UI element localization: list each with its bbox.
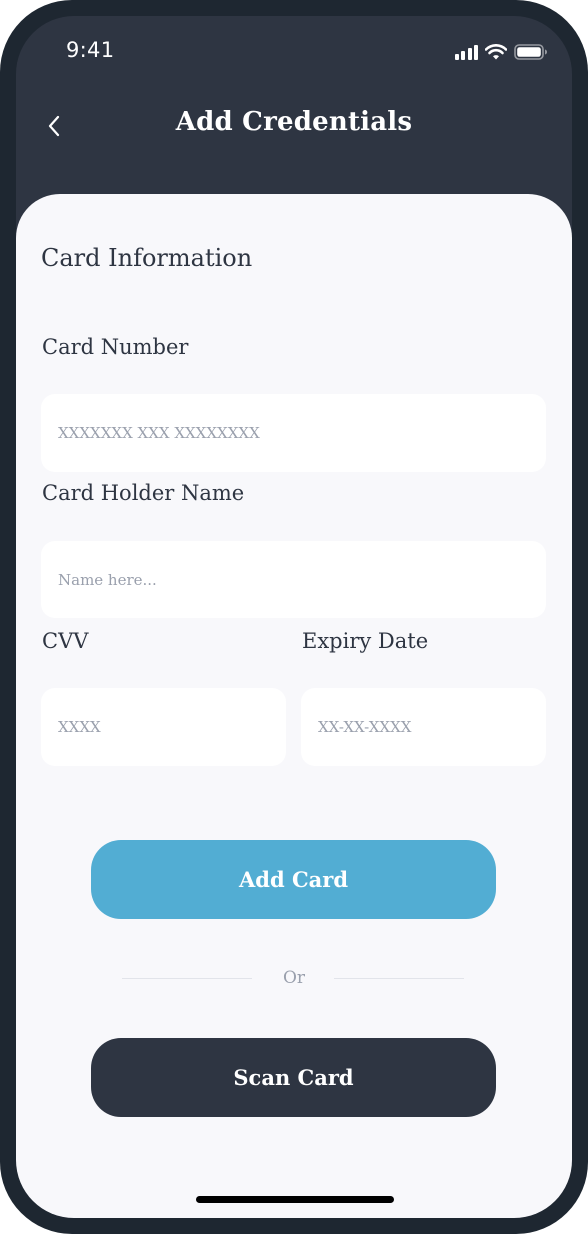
expiry-field-box bbox=[301, 688, 546, 766]
scan-card-button[interactable]: Scan Card bbox=[91, 1038, 496, 1117]
card-holder-label: Card Holder Name bbox=[42, 481, 245, 505]
cvv-field-box bbox=[41, 688, 286, 766]
card-holder-field-box bbox=[41, 541, 546, 618]
signal-icon bbox=[454, 44, 478, 60]
divider-right bbox=[334, 978, 464, 979]
cvv-input[interactable] bbox=[58, 718, 286, 736]
section-title: Card Information bbox=[41, 244, 253, 272]
expiry-input[interactable] bbox=[318, 718, 546, 736]
status-time: 9:41 bbox=[66, 38, 115, 62]
page-title: Add Credentials bbox=[175, 107, 413, 137]
card-form-sheet: Card Information Card Number Card Holder… bbox=[16, 194, 572, 1218]
cvv-label: CVV bbox=[42, 629, 89, 653]
expiry-label: Expiry Date bbox=[302, 629, 429, 653]
wifi-icon bbox=[485, 44, 507, 60]
card-holder-input[interactable] bbox=[58, 570, 546, 589]
card-number-field-box bbox=[41, 394, 546, 472]
card-number-input[interactable] bbox=[58, 424, 546, 442]
battery-icon bbox=[514, 44, 548, 60]
or-divider-label: Or bbox=[282, 968, 306, 988]
screen: 9:41 Add Credentials Card Information Ca… bbox=[16, 16, 572, 1218]
status-icons bbox=[454, 42, 549, 60]
card-number-label: Card Number bbox=[42, 335, 189, 359]
phone-frame: 9:41 Add Credentials Card Information Ca… bbox=[0, 0, 588, 1234]
add-card-button[interactable]: Add Card bbox=[91, 840, 496, 919]
home-indicator bbox=[196, 1196, 394, 1203]
